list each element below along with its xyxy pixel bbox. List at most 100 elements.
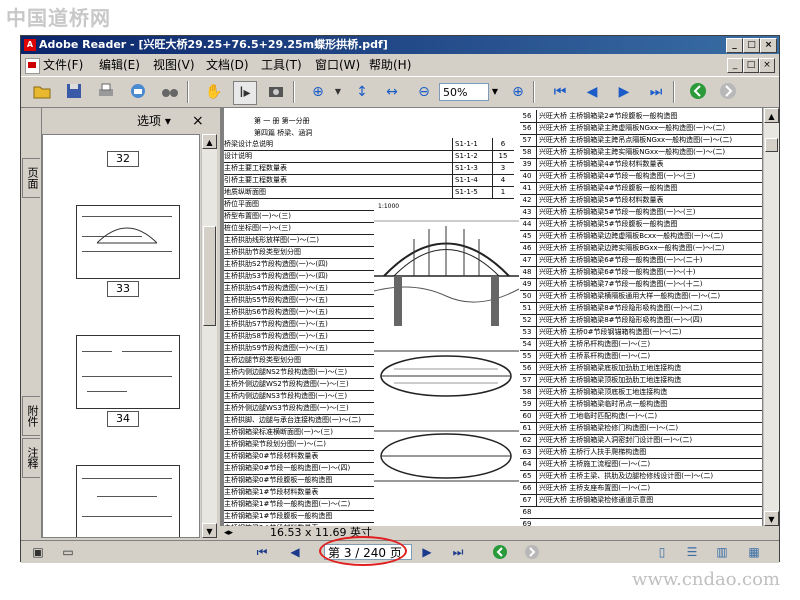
scroll-up-icon[interactable]: ▲ bbox=[202, 134, 217, 149]
menu-edit[interactable]: 编辑(E) bbox=[99, 55, 140, 75]
document-view: 第 一 册 第一分册 第四篇 桥梁、涵洞 桥梁设计总说明 S1-1-1 6 设计说明 S… bbox=[220, 108, 763, 526]
go-forward-icon[interactable] bbox=[717, 81, 739, 103]
minimize-button[interactable]: _ bbox=[726, 38, 743, 53]
toolbar-separator bbox=[673, 81, 675, 103]
doc-close-button[interactable]: × bbox=[759, 58, 775, 73]
print-icon[interactable] bbox=[95, 81, 117, 103]
snapshot-icon[interactable] bbox=[265, 81, 287, 103]
row-title: 兴旺大桥 主桥钢箱梁底板加劲肋工地连接构造 bbox=[536, 362, 761, 374]
facing-view-icon[interactable]: ▥ bbox=[713, 544, 731, 560]
doc-minimize-button[interactable]: _ bbox=[727, 58, 743, 73]
close-pane-button[interactable]: × bbox=[192, 108, 204, 134]
continuous-view-icon[interactable]: ☰ bbox=[683, 544, 701, 560]
zoom-dropdown-icon[interactable]: ▼ bbox=[488, 83, 502, 101]
tab-attachments[interactable]: 附件 bbox=[22, 396, 40, 436]
row-title: 兴旺大桥 主桥系杆构造图(一)～(二) bbox=[536, 350, 761, 362]
row-title: 兴旺大桥 主桥钢箱梁4#节段腹板一般构造图 bbox=[536, 182, 761, 194]
search-binoculars-icon[interactable] bbox=[159, 81, 181, 103]
thumbnail-page[interactable] bbox=[76, 205, 180, 279]
next-page-icon[interactable]: ▶ bbox=[613, 81, 635, 103]
doc-header-line1: 第 一 册 第一分册 bbox=[254, 117, 310, 125]
email-icon[interactable] bbox=[127, 81, 149, 103]
site-watermark-bottom: www.cndao.com bbox=[632, 569, 780, 590]
scroll-thumb[interactable] bbox=[765, 138, 778, 152]
options-menu[interactable]: 选项 ▾ bbox=[137, 108, 171, 134]
row-number: 63 bbox=[522, 448, 532, 456]
show-nav-pane-icon[interactable]: ▣ bbox=[29, 544, 47, 560]
document-icon[interactable] bbox=[25, 58, 40, 74]
menu-view[interactable]: 视图(V) bbox=[153, 55, 195, 75]
row-number: 56 bbox=[522, 364, 532, 372]
bridge-drawing-overlay: 1:1000 bbox=[373, 201, 520, 526]
scroll-up-icon[interactable]: ▲ bbox=[764, 108, 779, 123]
zoom-out-icon[interactable]: ⊖ bbox=[413, 81, 435, 103]
doc-restore-button[interactable]: □ bbox=[743, 58, 759, 73]
scroll-down-icon[interactable]: ▼ bbox=[202, 523, 217, 538]
thumbnail-label[interactable]: 33 bbox=[107, 281, 139, 297]
thumbnail-page[interactable] bbox=[76, 335, 180, 409]
status-first-page-icon[interactable]: ⏮ bbox=[253, 544, 271, 560]
row-title: 兴旺大桥 主桥钢箱梁临时吊点一般构造图 bbox=[536, 398, 761, 410]
go-back-icon[interactable] bbox=[687, 81, 709, 103]
fit-height-icon[interactable]: ↕ bbox=[351, 81, 373, 103]
thumbnails-scrollbar[interactable]: ▲ ▼ bbox=[201, 134, 217, 538]
row-number: 56 bbox=[522, 112, 532, 120]
tab-comments[interactable]: 注释 bbox=[22, 438, 40, 478]
scroll-thumb[interactable] bbox=[203, 226, 216, 326]
page-size-bar: ◂▸ 16.53 x 11.69 英寸 bbox=[220, 526, 779, 540]
expand-size-icon[interactable]: ◂▸ bbox=[224, 526, 233, 540]
row-title: 兴旺大桥 工地临时匹配构造(一)～(二) bbox=[536, 410, 761, 422]
row-title: 兴旺大桥 主桥钢箱梁5#节段材料数量表 bbox=[536, 194, 761, 206]
menu-tools[interactable]: 工具(T) bbox=[261, 55, 302, 75]
highlight-circle bbox=[319, 536, 407, 566]
menu-document[interactable]: 文档(D) bbox=[206, 55, 249, 75]
row-number: 49 bbox=[522, 280, 532, 288]
menu-help[interactable]: 帮助(H) bbox=[369, 55, 411, 75]
status-forward-icon[interactable] bbox=[523, 544, 541, 560]
open-icon[interactable] bbox=[31, 81, 53, 103]
row-title: 兴旺大桥 主桥施工流程图(一)～(二) bbox=[536, 458, 761, 470]
status-back-icon[interactable] bbox=[491, 544, 509, 560]
fit-width-icon[interactable]: ↔ bbox=[381, 81, 403, 103]
maximize-button[interactable]: □ bbox=[743, 38, 760, 53]
row-title: 兴旺大桥 主桥钢箱梁顶板加劲肋工地连接构造 bbox=[536, 374, 761, 386]
row-number: 46 bbox=[522, 244, 532, 252]
continuous-facing-view-icon[interactable]: ▦ bbox=[745, 544, 763, 560]
row-pages: 1 bbox=[492, 186, 513, 198]
row-code: S1-1-2 bbox=[452, 150, 493, 162]
drawing-scale: 1:1000 bbox=[378, 203, 400, 210]
close-button[interactable]: × bbox=[760, 38, 777, 53]
zoom-tool-dropdown-icon[interactable]: ▼ bbox=[327, 81, 349, 103]
row-title: 兴旺大桥 主桥钢箱梁边跨虚隔板Bcxx一般构造图(一)～(二) bbox=[536, 230, 761, 242]
tab-pages[interactable]: 页面 bbox=[22, 158, 40, 198]
row-number: 57 bbox=[522, 136, 532, 144]
thumbnail-label[interactable]: 34 bbox=[107, 411, 139, 427]
last-page-icon[interactable]: ⏭ bbox=[645, 81, 667, 103]
single-page-view-icon[interactable]: ▯ bbox=[653, 544, 671, 560]
menu-window[interactable]: 窗口(W) bbox=[315, 55, 360, 75]
scroll-down-icon[interactable]: ▼ bbox=[764, 511, 779, 526]
status-last-page-icon[interactable]: ⏭ bbox=[449, 544, 467, 560]
toolbar: ✋ I▸ ⊕ ▼ ↕ ↔ ⊖ 50% ▼ ⊕ ⏮ ◀ ▶ ⏭ bbox=[21, 76, 779, 108]
document-scrollbar[interactable]: ▲ ▼ bbox=[763, 108, 779, 526]
collapse-pane-icon[interactable]: ▭ bbox=[59, 544, 77, 560]
status-next-page-icon[interactable]: ▶ bbox=[418, 544, 436, 560]
zoom-in-tool-icon[interactable]: ⊕ bbox=[307, 81, 329, 103]
hand-tool-icon[interactable]: ✋ bbox=[203, 81, 225, 103]
row-title: 兴旺大桥 主桥钢箱梁2#节段腹板一般构造图 bbox=[536, 110, 761, 122]
status-prev-page-icon[interactable]: ◀ bbox=[286, 544, 304, 560]
zoom-in-icon[interactable]: ⊕ bbox=[507, 81, 529, 103]
row-pages: 4 bbox=[492, 174, 513, 186]
thumbnail-page[interactable] bbox=[76, 465, 180, 537]
select-text-icon[interactable]: I▸ bbox=[233, 81, 257, 105]
save-icon[interactable] bbox=[63, 81, 85, 103]
menu-file[interactable]: 文件(F) bbox=[43, 55, 83, 75]
thumbnail-label[interactable]: 32 bbox=[107, 151, 139, 167]
row-number: 43 bbox=[522, 208, 532, 216]
prev-page-icon[interactable]: ◀ bbox=[581, 81, 603, 103]
first-page-icon[interactable]: ⏮ bbox=[549, 81, 571, 103]
row-number: 52 bbox=[522, 316, 532, 324]
row-pages: 15 bbox=[492, 150, 513, 162]
zoom-level-input[interactable]: 50% bbox=[439, 83, 489, 101]
page-thumbnails: 32 33 34 bbox=[42, 134, 200, 538]
